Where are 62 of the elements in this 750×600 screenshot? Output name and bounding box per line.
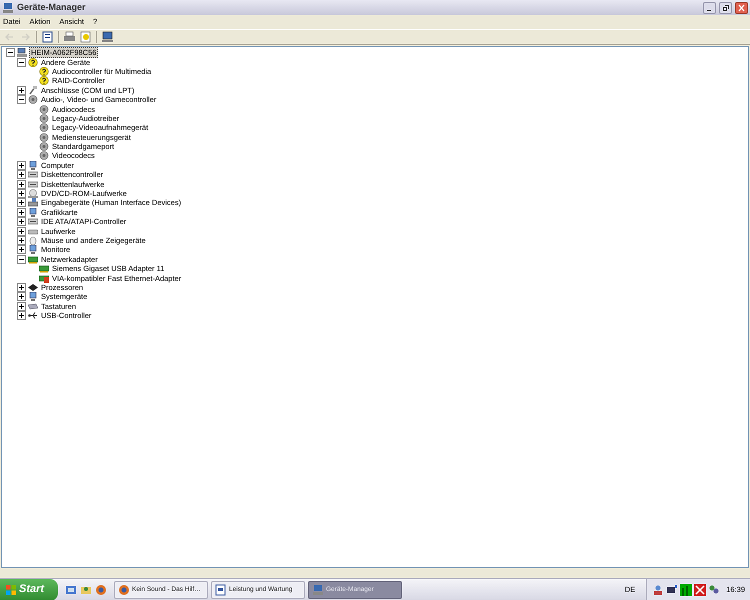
computer-icon[interactable] xyxy=(2,2,14,14)
drive-icon xyxy=(28,217,38,226)
expander-icon[interactable] xyxy=(17,254,26,264)
computer-icon xyxy=(17,48,27,58)
scan-button[interactable] xyxy=(100,30,115,44)
monitor-icon xyxy=(28,160,38,170)
browser-icon[interactable] xyxy=(95,584,107,596)
network-card-icon xyxy=(39,264,49,274)
monitor-icon xyxy=(28,292,38,302)
expander-icon[interactable] xyxy=(6,48,15,58)
expander-icon[interactable] xyxy=(17,226,26,236)
usb-icon xyxy=(28,311,38,320)
close-icon xyxy=(738,4,745,12)
drive-icon xyxy=(28,170,38,180)
expander-icon[interactable] xyxy=(17,292,26,302)
processor-icon xyxy=(28,282,38,292)
warning-question-icon xyxy=(28,58,38,67)
arrow-left-icon xyxy=(4,31,15,43)
monitor-icon xyxy=(28,208,38,217)
minimize-button[interactable] xyxy=(703,2,716,14)
network-icon[interactable] xyxy=(666,584,678,596)
warning-question-icon xyxy=(39,76,49,86)
help-button[interactable] xyxy=(78,30,93,44)
print-button[interactable] xyxy=(62,30,77,44)
expander-icon[interactable] xyxy=(17,170,26,180)
expander-icon[interactable] xyxy=(17,95,26,104)
drive-icon xyxy=(28,180,38,189)
arrow-right-icon xyxy=(20,31,31,43)
expander-icon[interactable] xyxy=(17,198,26,208)
expander-icon[interactable] xyxy=(17,282,26,292)
expander-icon[interactable] xyxy=(17,236,26,245)
monitor-icon xyxy=(28,245,38,254)
network-card-icon xyxy=(28,254,38,264)
desktop-icon[interactable] xyxy=(65,584,77,596)
expander-icon[interactable] xyxy=(17,86,26,95)
properties-button[interactable] xyxy=(40,30,55,44)
document-icon[interactable] xyxy=(215,584,227,596)
expander-icon[interactable] xyxy=(17,245,26,254)
disc-drive-icon xyxy=(28,189,38,198)
monitor-icon xyxy=(102,31,113,43)
mouse-icon xyxy=(28,236,38,245)
expander-icon[interactable] xyxy=(17,180,26,189)
expander-icon[interactable] xyxy=(17,217,26,226)
network-card-icon xyxy=(39,274,49,283)
expander-icon[interactable] xyxy=(17,58,26,67)
expander-icon[interactable] xyxy=(17,311,26,320)
restore-button[interactable] xyxy=(719,2,732,14)
window-title: Geräte-Manager xyxy=(17,0,86,14)
expander-icon[interactable] xyxy=(17,189,26,198)
windows-logo-icon xyxy=(6,584,16,594)
expander-icon[interactable] xyxy=(17,208,26,217)
warning-question-icon xyxy=(39,66,49,76)
expander-icon[interactable] xyxy=(17,160,26,170)
keyboard-icon xyxy=(28,302,38,311)
user-icon[interactable] xyxy=(652,584,664,596)
input-device-icon xyxy=(28,198,38,208)
browser-icon[interactable] xyxy=(118,584,130,596)
port-icon xyxy=(28,86,38,95)
meter-icon[interactable] xyxy=(680,584,692,596)
expander-icon[interactable] xyxy=(17,302,26,311)
close-button[interactable] xyxy=(735,2,748,14)
people-icon[interactable] xyxy=(708,584,720,596)
